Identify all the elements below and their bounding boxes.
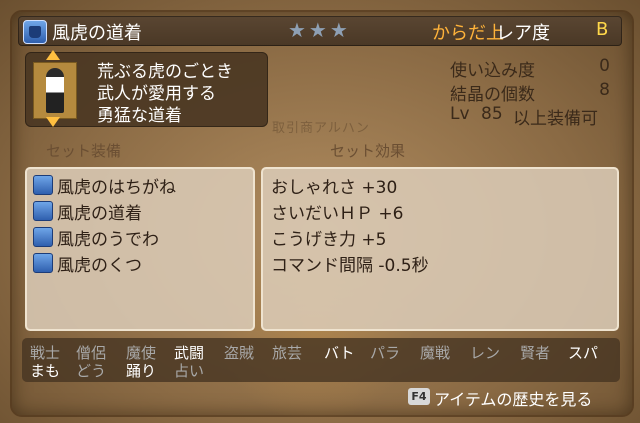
set-item-label: 風虎の道着 xyxy=(57,204,142,224)
job-label: パラ xyxy=(370,344,401,362)
body-armor-icon xyxy=(33,201,53,221)
item-description-box: 荒ぶる虎のごとき 武人が愛用する 勇猛な道着 xyxy=(25,50,268,127)
usage-label: 使い込み度 xyxy=(450,61,535,81)
set-effect-line: おしゃれさ +30 xyxy=(271,178,398,198)
set-item-label: 風虎のはちがね xyxy=(57,178,176,198)
arm-armor-icon xyxy=(33,227,53,247)
job-label: バト xyxy=(324,344,355,362)
f4-key-icon: F4 xyxy=(408,388,430,405)
job-label: 賢者 xyxy=(520,344,551,362)
equippable-jobs-panel: 戦士 僧侶 魔使 武闘 盗賊 旅芸 バト パラ 魔戦 レン 賢者 スパ まも どう 踊り 占い xyxy=(22,338,620,382)
crystal-label: 結晶の個数 xyxy=(450,85,535,105)
set-equipment-panel: 風虎のはちがね 風虎の道着 風虎のうでわ 風虎のくつ xyxy=(25,167,255,331)
item-name: 風虎の道着 xyxy=(52,23,142,44)
star-rating: ★★★ xyxy=(288,18,351,42)
job-label: 魔戦 xyxy=(420,344,451,362)
level-requirement: 以上装備可 xyxy=(513,109,598,129)
equipment-slot: からだ上 xyxy=(432,23,504,44)
crystal-value: 8 xyxy=(599,80,610,100)
background-shop-text: 取引商アルハン xyxy=(272,121,370,136)
job-label: 踊り xyxy=(126,362,157,380)
job-label: スパ xyxy=(568,344,599,362)
head-armor-icon xyxy=(33,175,53,195)
usage-value: 0 xyxy=(599,56,610,76)
job-label: 旅芸 xyxy=(272,344,303,362)
description-line: 勇猛な道着 xyxy=(97,106,182,126)
job-label: どう xyxy=(76,362,107,380)
set-effect-line: コマンド間隔 -0.5秒 xyxy=(271,256,429,276)
item-portrait xyxy=(33,62,77,119)
set-effect-panel: おしゃれさ +30 さいだいＨＰ +6 こうげき力 +5 コマンド間隔 -0.5… xyxy=(261,167,619,331)
set-effect-line: こうげき力 +5 xyxy=(271,230,387,250)
boots-icon xyxy=(33,253,53,273)
set-item-label: 風虎のうでわ xyxy=(57,230,159,250)
scroll-down-arrow-icon[interactable] xyxy=(46,117,60,127)
job-label: まも xyxy=(30,362,61,380)
item-detail-screen: 取引商アルハン 風虎の道着 ★★★ からだ上 レア度 B 荒ぶる虎のごとき 武人… xyxy=(0,0,640,423)
set-item-label: 風虎のくつ xyxy=(57,256,142,276)
item-title-bar: 風虎の道着 ★★★ からだ上 レア度 B xyxy=(18,16,622,46)
job-label: レン xyxy=(470,344,501,362)
set-effect-line: さいだいＨＰ +6 xyxy=(271,204,404,224)
level-label: Lv xyxy=(450,104,470,124)
set-equipment-header: セット装備 xyxy=(46,142,122,160)
item-history-label: アイテムの歴史を見る xyxy=(434,390,593,409)
job-label: 盗賊 xyxy=(224,344,255,362)
body-armor-icon xyxy=(23,20,47,44)
rarity-value: B xyxy=(596,19,609,40)
set-effect-header: セット効果 xyxy=(330,142,406,160)
rarity-label: レア度 xyxy=(496,23,550,44)
job-label: 占い xyxy=(174,362,205,380)
scroll-up-arrow-icon[interactable] xyxy=(46,50,60,60)
level-value: 85 xyxy=(481,104,503,124)
character-preview-icon xyxy=(46,68,64,113)
